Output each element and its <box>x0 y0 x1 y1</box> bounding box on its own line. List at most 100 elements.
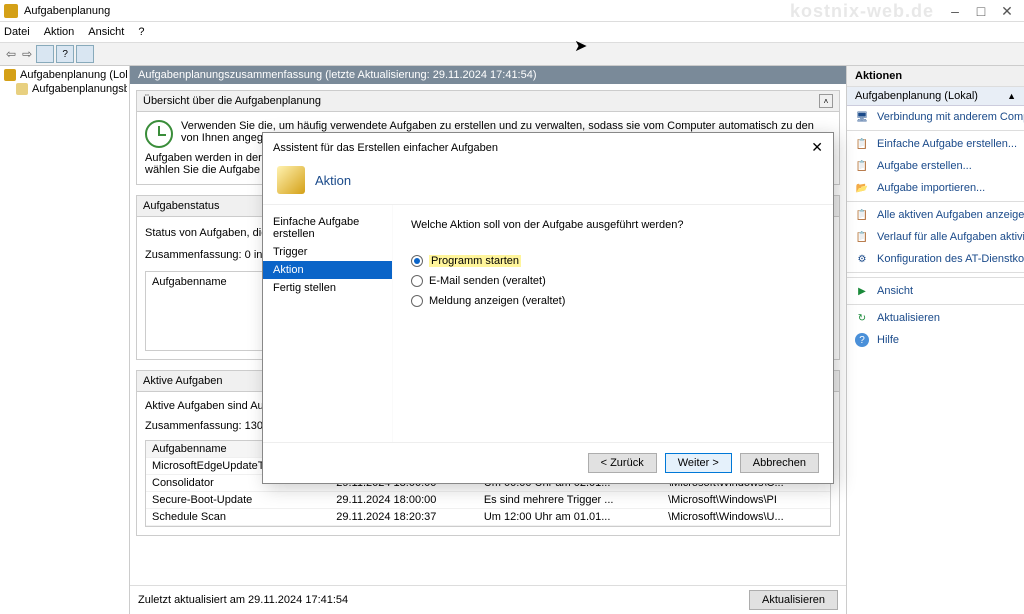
radio-icon <box>411 275 423 287</box>
action-item[interactable]: 🖥 Verbindung mit anderem Computer h... <box>847 106 1024 128</box>
action-item-label: Konfiguration des AT-Dienstkontos <box>877 253 1024 265</box>
table-cell: 29.11.2024 18:20:37 <box>330 509 478 526</box>
table-cell: Schedule Scan <box>146 509 330 526</box>
wizard-heading: Aktion <box>315 173 351 188</box>
collapse-icon[interactable]: ˄ <box>819 94 833 108</box>
action-item[interactable]: 📋 Einfache Aufgabe erstellen... <box>847 133 1024 155</box>
action-icon: 📂 <box>855 181 869 195</box>
actions-group-label: Aufgabenplanung (Lokal) <box>855 90 978 102</box>
wizard-nav-step[interactable]: Trigger <box>263 243 392 261</box>
toolbar-btn-1[interactable] <box>36 45 54 63</box>
wizard-cancel-button[interactable]: Abbrechen <box>740 453 819 473</box>
radio-label: Meldung anzeigen (veraltet) <box>429 295 565 307</box>
action-item[interactable]: 📂 Aufgabe importieren... <box>847 177 1024 199</box>
toolbar-btn-3[interactable] <box>76 45 94 63</box>
scheduler-icon <box>4 69 16 81</box>
tree-pane: Aufgabenplanung (Lokal) Aufgabenplanungs… <box>0 66 130 614</box>
action-item-label: Aufgabe importieren... <box>877 182 985 194</box>
action-help[interactable]: ? Hilfe <box>847 329 1024 351</box>
action-icon: 📋 <box>855 208 869 222</box>
active-title: Aktive Aufgaben <box>143 375 223 387</box>
action-item[interactable]: 📋 Alle aktiven Aufgaben anzeigen <box>847 204 1024 226</box>
wizard-close-button[interactable]: ✕ <box>811 139 823 156</box>
action-view-label: Ansicht <box>877 285 913 297</box>
clock-icon <box>145 120 173 148</box>
footer-timestamp: Zuletzt aktualisiert am 29.11.2024 17:41… <box>138 594 348 606</box>
refresh-button[interactable]: Aktualisieren <box>749 590 838 610</box>
table-cell: Es sind mehrere Trigger ... <box>478 492 662 509</box>
wizard-nav-step[interactable]: Fertig stellen <box>263 279 392 297</box>
tree-library[interactable]: Aufgabenplanungsbibliot <box>2 82 127 96</box>
wizard-nav-step[interactable]: Aktion <box>263 261 392 279</box>
minimize-button[interactable]: – <box>948 3 962 20</box>
wizard-title: Assistent für das Erstellen einfacher Au… <box>273 142 498 154</box>
wizard-question: Welche Aktion soll von der Aufgabe ausge… <box>411 219 815 231</box>
close-button[interactable]: ✕ <box>1000 3 1014 20</box>
wizard-next-button[interactable]: Weiter > <box>665 453 732 473</box>
table-cell: \Microsoft\Windows\PI <box>662 492 830 509</box>
action-item[interactable]: 📋 Verlauf für alle Aufgaben aktivieren <box>847 226 1024 248</box>
action-item-label: Aufgabe erstellen... <box>877 160 972 172</box>
wizard-nav: Einfache Aufgabe erstellenTriggerAktionF… <box>263 205 393 442</box>
action-item-label: Verbindung mit anderem Computer h... <box>877 111 1024 123</box>
radio-label: E-Mail senden (veraltet) <box>429 275 546 287</box>
folder-icon <box>16 83 28 95</box>
action-item-label: Einfache Aufgabe erstellen... <box>877 138 1017 150</box>
overview-title: Übersicht über die Aufgabenplanung <box>143 95 321 107</box>
table-cell: Um 12:00 Uhr am 01.01... <box>478 509 662 526</box>
action-view[interactable]: ▶ Ansicht <box>847 280 1024 302</box>
action-icon: ⚙ <box>855 252 869 266</box>
wizard-radio-option[interactable]: E-Mail senden (veraltet) <box>411 275 815 287</box>
table-row[interactable]: Schedule Scan29.11.2024 18:20:37Um 12:00… <box>146 509 830 526</box>
table-row[interactable]: Secure-Boot-Update29.11.2024 18:00:00Es … <box>146 492 830 509</box>
summary-header: Aufgabenplanungszusammenfassung (letzte … <box>130 66 846 84</box>
wizard-back-button[interactable]: < Zurück <box>588 453 657 473</box>
wizard-content: Welche Aktion soll von der Aufgabe ausge… <box>393 205 833 442</box>
action-item-label: Alle aktiven Aufgaben anzeigen <box>877 209 1024 221</box>
action-refresh-label: Aktualisieren <box>877 312 940 324</box>
radio-icon <box>411 255 423 267</box>
tree-root[interactable]: Aufgabenplanung (Lokal) <box>2 68 127 82</box>
menubar: Datei Aktion Ansicht ? <box>0 22 1024 42</box>
action-item[interactable]: 📋 Aufgabe erstellen... <box>847 155 1024 177</box>
maximize-button[interactable]: □ <box>974 3 988 20</box>
toolbar-btn-2[interactable]: ? <box>56 45 74 63</box>
table-cell: 29.11.2024 18:00:00 <box>330 492 478 509</box>
nav-back-icon[interactable]: ⇦ <box>4 47 18 61</box>
help-icon: ? <box>855 333 869 347</box>
radio-label: Programm starten <box>429 255 521 267</box>
actions-title: Aktionen <box>847 66 1024 87</box>
status-title: Aufgabenstatus <box>143 200 219 212</box>
menu-file[interactable]: Datei <box>4 26 30 38</box>
action-item[interactable]: ⚙ Konfiguration des AT-Dienstkontos <box>847 248 1024 270</box>
action-icon: 🖥 <box>855 110 869 124</box>
table-cell: \Microsoft\Windows\U... <box>662 509 830 526</box>
action-icon: 📋 <box>855 159 869 173</box>
action-help-label: Hilfe <box>877 334 899 346</box>
view-icon: ▶ <box>855 284 869 298</box>
wizard-radio-option[interactable]: Meldung anzeigen (veraltet) <box>411 295 815 307</box>
collapse-icon[interactable]: ▲ <box>1007 91 1016 101</box>
action-icon: 📋 <box>855 137 869 151</box>
actions-pane: Aktionen Aufgabenplanung (Lokal) ▲ 🖥 Verb… <box>846 66 1024 614</box>
action-item-label: Verlauf für alle Aufgaben aktivieren <box>877 231 1024 243</box>
watermark: kostnix-web.de <box>790 1 934 22</box>
create-task-wizard: Assistent für das Erstellen einfacher Au… <box>262 132 834 484</box>
wizard-radio-option[interactable]: Programm starten <box>411 255 815 267</box>
menu-view[interactable]: Ansicht <box>88 26 124 38</box>
action-icon: 📋 <box>855 230 869 244</box>
toolbar: ⇦ ⇨ ? <box>0 42 1024 66</box>
wizard-nav-step[interactable]: Einfache Aufgabe erstellen <box>263 213 392 243</box>
wizard-hero-icon <box>277 166 305 194</box>
actions-group-header: Aufgabenplanung (Lokal) ▲ <box>847 87 1024 106</box>
menu-action[interactable]: Aktion <box>44 26 75 38</box>
refresh-icon: ↻ <box>855 311 869 325</box>
menu-help[interactable]: ? <box>138 26 144 38</box>
table-cell: Secure-Boot-Update <box>146 492 330 509</box>
nav-fwd-icon[interactable]: ⇨ <box>20 47 34 61</box>
overview-text-2: Aufgaben werden in der <box>145 152 262 164</box>
app-icon <box>4 4 18 18</box>
radio-icon <box>411 295 423 307</box>
action-refresh[interactable]: ↻ Aktualisieren <box>847 307 1024 329</box>
window-titlebar: Aufgabenplanung kostnix-web.de – □ ✕ <box>0 0 1024 22</box>
